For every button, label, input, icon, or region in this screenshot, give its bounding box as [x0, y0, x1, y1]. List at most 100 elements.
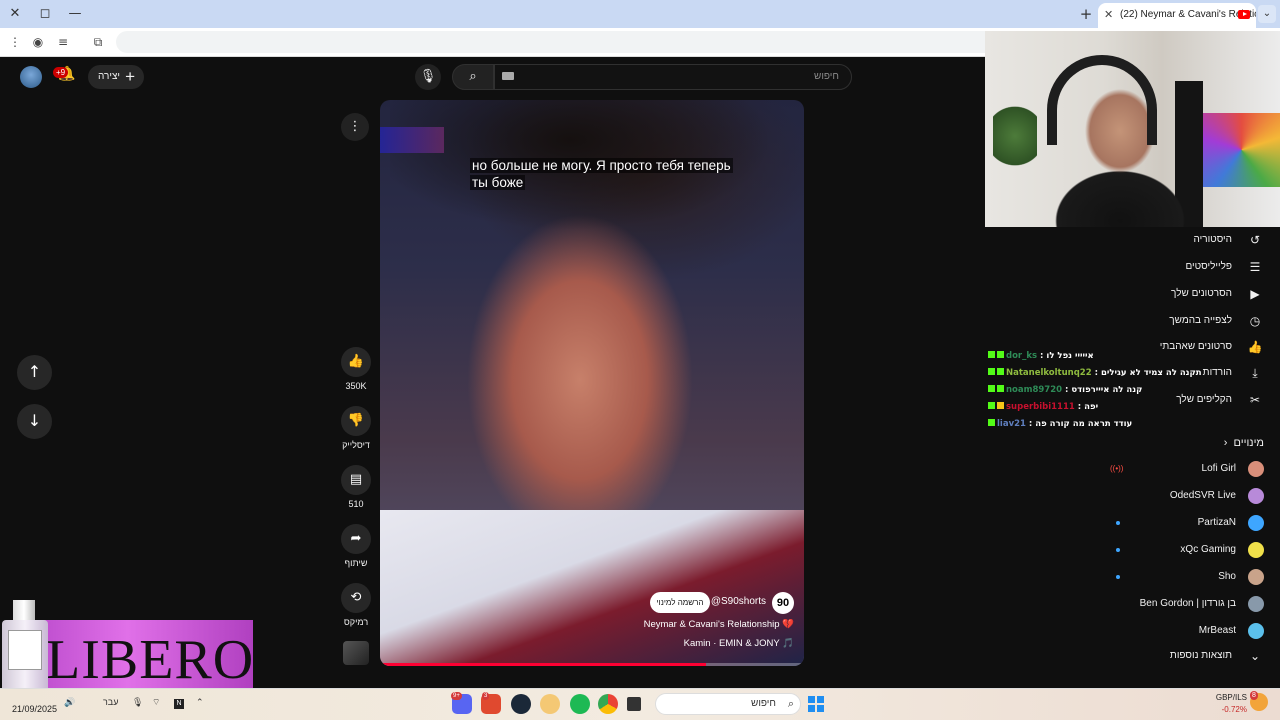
- channel-avatar[interactable]: 90: [772, 592, 794, 614]
- thumbs-up-icon: 👍: [347, 354, 365, 369]
- create-label: יצירה: [98, 71, 121, 82]
- window-restore-icon[interactable]: ◻: [35, 4, 55, 24]
- like-action: 👍 350K: [340, 347, 372, 391]
- game-taskbar-icon[interactable]: [540, 694, 560, 714]
- subscription-item[interactable]: Ben Gordon | בן גורדון: [1104, 593, 1264, 615]
- subscribe-button[interactable]: הרשמה למינוי: [650, 592, 710, 613]
- chat-separator: :: [1091, 368, 1101, 378]
- extensions-icon[interactable]: ⧉: [89, 33, 107, 51]
- keyboard-icon[interactable]: [502, 72, 514, 80]
- new-content-dot: [1116, 548, 1120, 552]
- subscription-name: OdedSVR Live: [1169, 490, 1236, 501]
- taskbar-date[interactable]: 21/09/2025: [12, 704, 57, 714]
- chat-username: liav21: [997, 419, 1026, 429]
- sidebar-item-your-videos[interactable]: הסרטונים שלך ▶: [1124, 283, 1264, 305]
- chat-separator: :: [1025, 419, 1036, 429]
- tab-search-button[interactable]: ⌄: [1258, 5, 1276, 23]
- search-button[interactable]: ⌕: [452, 64, 494, 90]
- browser-tab-bar: ✕ ◻ — + ✕ (22) Neymar & Cavani's Relatio…: [0, 0, 1280, 28]
- next-short-button[interactable]: ↓: [17, 404, 52, 439]
- chat-separator: :: [1074, 402, 1085, 412]
- new-content-dot: [1116, 575, 1120, 579]
- sidebar-item-clips[interactable]: הקליפים שלך ✂: [1124, 389, 1264, 411]
- subscription-avatar: [1248, 542, 1264, 558]
- subscriptions-header[interactable]: › מינויים: [1184, 432, 1264, 454]
- window-switch-icon[interactable]: [627, 697, 641, 711]
- more-options-icon[interactable]: ⋮: [341, 113, 369, 141]
- channel-name[interactable]: @S90shorts: [711, 596, 766, 607]
- browser-tab[interactable]: ✕ (22) Neymar & Cavani's Relatio: [1098, 3, 1256, 28]
- chat-text: אייייי נפל לו: [1046, 351, 1094, 361]
- previous-short-button[interactable]: ↑: [17, 355, 52, 390]
- remix-label: רמיקס: [343, 617, 369, 627]
- media-controls-icon[interactable]: ≡: [54, 33, 72, 51]
- show-more-subscriptions[interactable]: תוצאות נוספות ⌄: [1124, 645, 1264, 667]
- taskbar-search[interactable]: חיפוש ⌕: [655, 693, 801, 715]
- share-label: שיתוף: [344, 558, 368, 568]
- sidebar-item-liked[interactable]: סרטונים שאהבתי 👍: [1124, 336, 1264, 358]
- notification-count-badge: 8: [1250, 691, 1258, 700]
- profile-icon[interactable]: ◉: [29, 33, 47, 51]
- create-button[interactable]: יצירה +: [88, 65, 144, 89]
- language-indicator[interactable]: עבר: [103, 697, 118, 707]
- subscription-name: MrBeast: [1198, 625, 1236, 636]
- microphone-tray-icon[interactable]: 🎙: [132, 697, 143, 708]
- video-progress-fill: [380, 663, 707, 666]
- sound-thumbnail[interactable]: [343, 641, 369, 665]
- share-button[interactable]: ➦: [341, 524, 371, 554]
- spotify-taskbar-icon[interactable]: [570, 694, 590, 714]
- tab-close-icon[interactable]: ✕: [1104, 3, 1113, 27]
- broadcast-logo: [380, 127, 444, 153]
- subscription-item[interactable]: xQc Gaming: [1104, 539, 1264, 561]
- chat-separator: :: [1062, 385, 1072, 395]
- shorts-video-player[interactable]: но больше не могу. Я просто тебя теперь …: [380, 100, 804, 666]
- subscription-item[interactable]: Sho: [1104, 566, 1264, 588]
- subscription-avatar: [1248, 623, 1264, 639]
- kick-badge-icon: [988, 402, 995, 409]
- chat-message: superbibi1111 : יפה: [988, 400, 1098, 414]
- subscriptions-header-label: מינויים: [1233, 437, 1264, 449]
- subscriber-badge-icon: [997, 351, 1004, 358]
- user-avatar[interactable]: [20, 66, 42, 88]
- subscription-item[interactable]: Lofi Girl ((•)): [1104, 458, 1264, 480]
- sidebar-item-history[interactable]: היסטוריה ↺: [1124, 229, 1264, 251]
- fx-widget-label[interactable]: GBP/ILS: [1211, 693, 1247, 702]
- search-input[interactable]: חיפוש: [494, 64, 852, 90]
- sidebar-item-watch-later[interactable]: לצפייה בהמשך ◷: [1124, 310, 1264, 332]
- tray-overflow-icon[interactable]: ⌃: [196, 697, 204, 708]
- chat-message: dor_ks : אייייי נפל לו: [988, 349, 1094, 363]
- video-title[interactable]: Neymar & Cavani's Relationship 💔: [644, 619, 794, 630]
- sidebar-item-label: לצפייה בהמשך: [1169, 315, 1232, 326]
- steam-taskbar-icon[interactable]: [511, 694, 531, 714]
- video-music-link[interactable]: Kamin · EMIN & JONY 🎵: [684, 638, 794, 649]
- window-close-icon[interactable]: ✕: [5, 4, 25, 24]
- window-minimize-icon[interactable]: —: [65, 4, 85, 24]
- chrome-taskbar-icon[interactable]: [598, 694, 618, 714]
- playlist-icon: ☰: [1249, 260, 1261, 274]
- comments-button[interactable]: ▤: [341, 465, 371, 495]
- onenote-tray-icon[interactable]: N: [174, 699, 184, 709]
- thumbs-down-icon: 👎: [347, 413, 365, 428]
- remix-button[interactable]: ⟲: [341, 583, 371, 613]
- new-tab-button[interactable]: +: [1078, 4, 1094, 24]
- volume-icon[interactable]: 🔊: [64, 697, 75, 708]
- dislike-button[interactable]: 👎: [341, 406, 371, 436]
- liked-icon: 👍: [1247, 340, 1263, 354]
- network-icon[interactable]: ⌔: [152, 697, 160, 708]
- video-progress-bar[interactable]: [380, 663, 804, 666]
- webcam-overlay: [985, 31, 1280, 227]
- subscription-item[interactable]: MrBeast: [1104, 620, 1264, 642]
- your-videos-icon: ▶: [1250, 287, 1260, 301]
- start-button-icon[interactable]: [808, 696, 824, 712]
- menu-dots-icon[interactable]: ⋮: [6, 33, 24, 51]
- subscription-item[interactable]: OdedSVR Live: [1104, 485, 1264, 507]
- sponsor-logo-text: LIBERO: [46, 629, 255, 691]
- address-bar[interactable]: [116, 31, 996, 53]
- like-button[interactable]: 👍: [341, 347, 371, 377]
- remix-icon: ⟲: [350, 590, 362, 605]
- subscription-name: xQc Gaming: [1180, 544, 1236, 555]
- subscription-item[interactable]: PartizaN: [1104, 512, 1264, 534]
- sidebar-item-playlist[interactable]: פלייליסטים ☰: [1124, 256, 1264, 278]
- voice-search-button[interactable]: 🎙: [415, 64, 441, 90]
- subscriber-badge-icon: [997, 368, 1004, 375]
